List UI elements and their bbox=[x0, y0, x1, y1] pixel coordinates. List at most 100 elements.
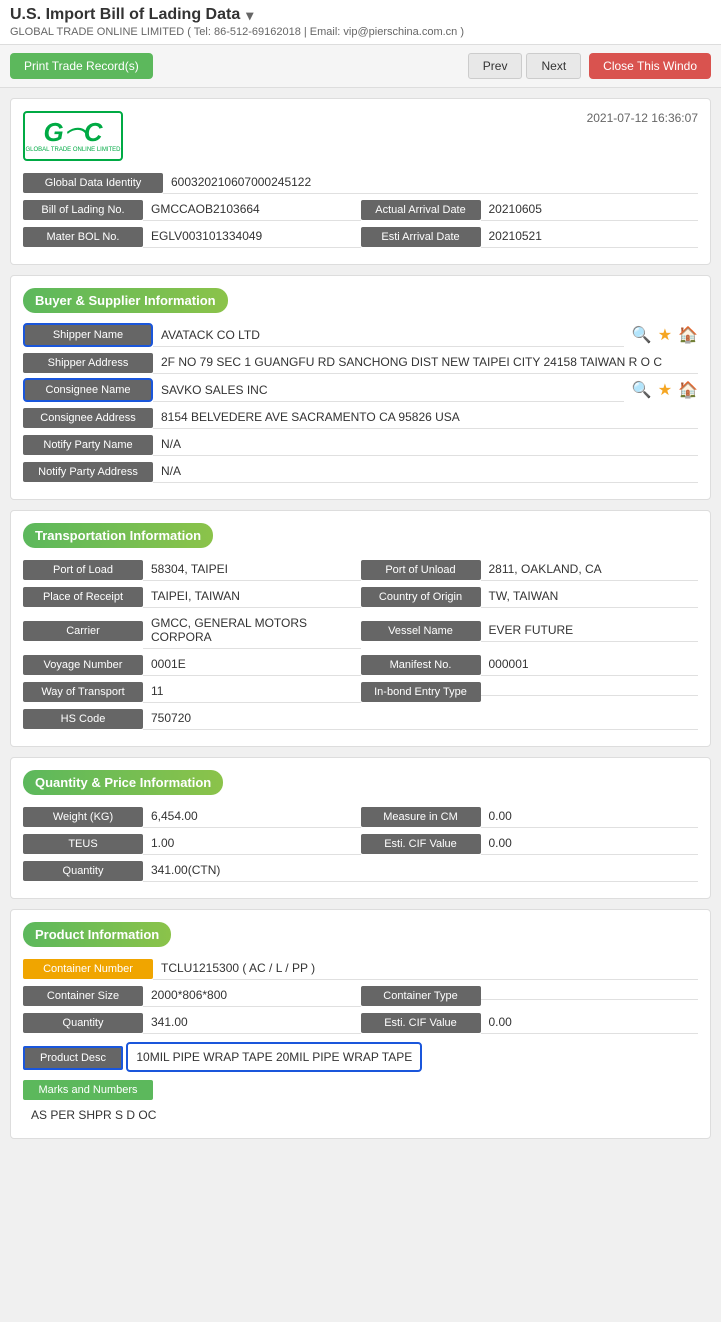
pou-value: 2811, OAKLAND, CA bbox=[481, 558, 699, 581]
consignee-name-value: SAVKO SALES INC bbox=[153, 379, 624, 402]
inbond-label: In-bond Entry Type bbox=[361, 682, 481, 702]
marks-numbers-value: AS PER SHPR S D OC bbox=[23, 1104, 698, 1126]
coo-label: Country of Origin bbox=[361, 587, 481, 607]
way-value: 11 bbox=[143, 680, 361, 703]
shipper-name-value: AVATACK CO LTD bbox=[153, 324, 624, 347]
measure-label: Measure in CM bbox=[361, 807, 481, 827]
arrival-label: Actual Arrival Date bbox=[361, 200, 481, 220]
voyage-manifest-row: Voyage Number 0001E Manifest No. 000001 bbox=[23, 653, 698, 676]
header-card: G⌒C GLOBAL TRADE ONLINE LIMITED 2021-07-… bbox=[10, 98, 711, 265]
weight-value: 6,454.00 bbox=[143, 805, 361, 828]
title-arrow[interactable]: ▾ bbox=[246, 7, 253, 24]
consignee-name-row: Consignee Name SAVKO SALES INC 🔍 ★ 🏠 bbox=[23, 378, 698, 402]
container-number-value: TCLU1215300 ( AC / L / PP ) bbox=[153, 957, 698, 980]
print-button[interactable]: Print Trade Record(s) bbox=[10, 53, 153, 79]
shipper-home-icon[interactable]: 🏠 bbox=[678, 325, 698, 345]
buyer-supplier-title: Buyer & Supplier Information bbox=[23, 288, 228, 313]
transportation-title: Transportation Information bbox=[23, 523, 213, 548]
voyage-value: 0001E bbox=[143, 653, 361, 676]
hscode-value: 750720 bbox=[143, 707, 698, 730]
vessel-value: EVER FUTURE bbox=[481, 619, 699, 642]
inbond-value bbox=[481, 687, 699, 696]
container-size-type-row: Container Size 2000*806*800 Container Ty… bbox=[23, 984, 698, 1007]
container-number-row: Container Number TCLU1215300 ( AC / L / … bbox=[23, 957, 698, 980]
consignee-star-icon[interactable]: ★ bbox=[658, 380, 672, 400]
bol-value: GMCCAOB2103664 bbox=[143, 198, 361, 221]
esti-label: Esti Arrival Date bbox=[361, 227, 481, 247]
manifest-value: 000001 bbox=[481, 653, 699, 676]
por-label: Place of Receipt bbox=[23, 587, 143, 607]
product-card: Product Information Container Number TCL… bbox=[10, 909, 711, 1139]
marks-numbers-section: Marks and Numbers AS PER SHPR S D OC bbox=[23, 1080, 698, 1126]
carrier-vessel-row: Carrier GMCC, GENERAL MOTORS CORPORA Ves… bbox=[23, 612, 698, 649]
container-size-label: Container Size bbox=[23, 986, 143, 1006]
quantity-price-card: Quantity & Price Information Weight (KG)… bbox=[10, 757, 711, 899]
teus-label: TEUS bbox=[23, 834, 143, 854]
quantity-label: Quantity bbox=[23, 861, 143, 881]
hscode-label: HS Code bbox=[23, 709, 143, 729]
product-desc-label: Product Desc bbox=[23, 1046, 123, 1070]
prev-button[interactable]: Prev bbox=[468, 53, 523, 79]
voyage-label: Voyage Number bbox=[23, 655, 143, 675]
notify-address-value: N/A bbox=[153, 460, 698, 483]
esti-value: 20210521 bbox=[481, 225, 699, 248]
close-button[interactable]: Close This Windo bbox=[589, 53, 711, 79]
hscode-row: HS Code 750720 bbox=[23, 707, 698, 730]
product-cif-label: Esti. CIF Value bbox=[361, 1013, 481, 1033]
product-title: Product Information bbox=[23, 922, 171, 947]
marks-numbers-label: Marks and Numbers bbox=[23, 1080, 153, 1100]
consignee-search-icon[interactable]: 🔍 bbox=[632, 380, 652, 400]
shipper-address-value: 2F NO 79 SEC 1 GUANGFU RD SANCHONG DIST … bbox=[153, 351, 698, 374]
quantity-price-title: Quantity & Price Information bbox=[23, 770, 223, 795]
pol-value: 58304, TAIPEI bbox=[143, 558, 361, 581]
product-desc-value: 10MIL PIPE WRAP TAPE 20MIL PIPE WRAP TAP… bbox=[126, 1042, 422, 1072]
quantity-value: 341.00(CTN) bbox=[143, 859, 698, 882]
receipt-origin-row: Place of Receipt TAIPEI, TAIWAN Country … bbox=[23, 585, 698, 608]
pou-label: Port of Unload bbox=[361, 560, 481, 580]
shipper-address-row: Shipper Address 2F NO 79 SEC 1 GUANGFU R… bbox=[23, 351, 698, 374]
product-qty-cif-row: Quantity 341.00 Esti. CIF Value 0.00 bbox=[23, 1011, 698, 1034]
consignee-address-value: 8154 BELVEDERE AVE SACRAMENTO CA 95826 U… bbox=[153, 406, 698, 429]
mbol-label: Mater BOL No. bbox=[23, 227, 143, 247]
por-value: TAIPEI, TAIWAN bbox=[143, 585, 361, 608]
shipper-name-row: Shipper Name AVATACK CO LTD 🔍 ★ 🏠 bbox=[23, 323, 698, 347]
quantity-row: Quantity 341.00(CTN) bbox=[23, 859, 698, 882]
bol-label: Bill of Lading No. bbox=[23, 200, 143, 220]
vessel-label: Vessel Name bbox=[361, 621, 481, 641]
coo-value: TW, TAIWAN bbox=[481, 585, 699, 608]
container-type-label: Container Type bbox=[361, 986, 481, 1006]
port-row: Port of Load 58304, TAIPEI Port of Unloa… bbox=[23, 558, 698, 581]
way-inbond-row: Way of Transport 11 In-bond Entry Type bbox=[23, 680, 698, 703]
way-label: Way of Transport bbox=[23, 682, 143, 702]
logo-box: G⌒C GLOBAL TRADE ONLINE LIMITED bbox=[23, 111, 123, 161]
shipper-star-icon[interactable]: ★ bbox=[658, 325, 672, 345]
pol-label: Port of Load bbox=[23, 560, 143, 580]
teus-value: 1.00 bbox=[143, 832, 361, 855]
notify-name-label: Notify Party Name bbox=[23, 435, 153, 455]
identity-value: 600320210607000245122 bbox=[163, 171, 698, 194]
toolbar: Print Trade Record(s) Prev Next Close Th… bbox=[0, 45, 721, 88]
company-info: GLOBAL TRADE ONLINE LIMITED ( Tel: 86-51… bbox=[10, 26, 711, 38]
product-qty-value: 341.00 bbox=[143, 1011, 361, 1034]
container-number-label: Container Number bbox=[23, 959, 153, 979]
consignee-home-icon[interactable]: 🏠 bbox=[678, 380, 698, 400]
datetime: 2021-07-12 16:36:07 bbox=[587, 111, 698, 125]
bol-row: Bill of Lading No. GMCCAOB2103664 Actual… bbox=[23, 198, 698, 221]
shipper-address-label: Shipper Address bbox=[23, 353, 153, 373]
shipper-search-icon[interactable]: 🔍 bbox=[632, 325, 652, 345]
product-cif-value: 0.00 bbox=[481, 1011, 699, 1034]
esti-cif-value: 0.00 bbox=[481, 832, 699, 855]
notify-name-value: N/A bbox=[153, 433, 698, 456]
page-title: U.S. Import Bill of Lading Data ▾ bbox=[10, 6, 711, 24]
container-size-value: 2000*806*800 bbox=[143, 984, 361, 1007]
carrier-label: Carrier bbox=[23, 621, 143, 641]
weight-measure-row: Weight (KG) 6,454.00 Measure in CM 0.00 bbox=[23, 805, 698, 828]
identity-label: Global Data Identity bbox=[23, 173, 163, 193]
manifest-label: Manifest No. bbox=[361, 655, 481, 675]
product-qty-label: Quantity bbox=[23, 1013, 143, 1033]
weight-label: Weight (KG) bbox=[23, 807, 143, 827]
next-button[interactable]: Next bbox=[526, 53, 581, 79]
consignee-address-label: Consignee Address bbox=[23, 408, 153, 428]
consignee-name-label: Consignee Name bbox=[23, 378, 153, 402]
identity-row: Global Data Identity 6003202106070002451… bbox=[23, 171, 698, 194]
